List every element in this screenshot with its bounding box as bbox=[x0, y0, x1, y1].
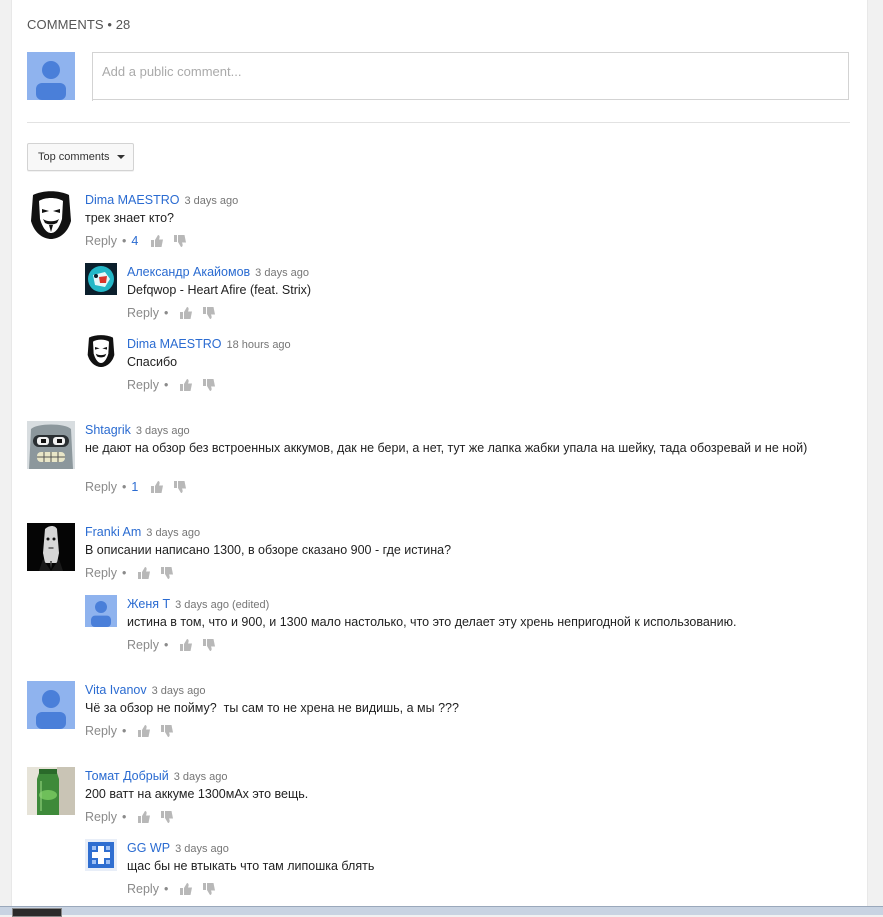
comment-time[interactable]: 3 days ago bbox=[174, 771, 228, 783]
comment-text: В описании написано 1300, в обзоре сказа… bbox=[85, 543, 452, 557]
thumbs-down-icon[interactable] bbox=[160, 810, 174, 824]
thumbs-down-icon[interactable] bbox=[202, 306, 216, 320]
comment-input-placeholder: Add a public comment... bbox=[102, 64, 242, 79]
thumbs-up-icon[interactable] bbox=[150, 234, 164, 248]
comment-text: трек знает кто? bbox=[85, 211, 174, 225]
comment-text: Спасибо bbox=[127, 355, 178, 369]
thumbs-down-icon[interactable] bbox=[160, 566, 174, 580]
comment-author[interactable]: Dima MAESTRO bbox=[127, 337, 221, 351]
comment-time[interactable]: 3 days ago (edited) bbox=[175, 599, 269, 611]
sort-label: Top comments bbox=[38, 151, 110, 163]
thumbs-down-icon[interactable] bbox=[202, 882, 216, 896]
reply-button[interactable]: Reply bbox=[85, 234, 117, 248]
reply-button[interactable]: Reply bbox=[127, 882, 159, 896]
thumbs-down-icon[interactable] bbox=[160, 724, 174, 738]
comment-text: щас бы не втыкать что там липошка блять bbox=[127, 859, 375, 873]
comments-header: COMMENTS • 28 bbox=[27, 17, 131, 32]
comment-text: 200 ватт на аккуме 1300мАх это вещь. bbox=[85, 787, 309, 801]
guy-fawkes-avatar-icon bbox=[27, 191, 75, 239]
comment-time[interactable]: 18 hours ago bbox=[226, 339, 290, 351]
comment-text: Defqwop - Heart Afire (feat. Strix) bbox=[127, 283, 312, 297]
like-count: 1 bbox=[131, 480, 139, 494]
comment-author[interactable]: Томат Добрый bbox=[85, 769, 169, 783]
reply-button[interactable]: Reply bbox=[127, 378, 159, 392]
comment-author[interactable]: Александр Акайомов bbox=[127, 265, 250, 279]
comment-text: Чё за обзор не пойму? ты сам то не хрена… bbox=[85, 701, 459, 715]
thumbs-down-icon[interactable] bbox=[173, 480, 187, 494]
ghost-figure-avatar-icon bbox=[27, 523, 75, 571]
thumbs-down-icon[interactable] bbox=[202, 378, 216, 392]
thumbs-up-icon[interactable] bbox=[179, 306, 193, 320]
comment-time[interactable]: 3 days ago bbox=[152, 685, 206, 697]
thumbs-up-icon[interactable] bbox=[137, 566, 151, 580]
robot-avatar-icon bbox=[27, 421, 75, 469]
reply-button[interactable]: Reply bbox=[85, 480, 117, 494]
reply-button[interactable]: Reply bbox=[127, 306, 159, 320]
reply-button[interactable]: Reply bbox=[127, 638, 159, 652]
reply-button[interactable]: Reply bbox=[85, 566, 117, 580]
thumbs-up-icon[interactable] bbox=[150, 480, 164, 494]
comment-time[interactable]: 3 days ago bbox=[136, 425, 190, 437]
divider bbox=[27, 122, 850, 123]
thumbs-up-icon[interactable] bbox=[179, 638, 193, 652]
thumbs-up-icon[interactable] bbox=[137, 810, 151, 824]
thumbs-down-icon[interactable] bbox=[173, 234, 187, 248]
comment-author[interactable]: Franki Am bbox=[85, 525, 141, 539]
user-avatar-icon bbox=[27, 52, 75, 100]
reply-button[interactable]: Reply bbox=[85, 810, 117, 824]
thumbs-up-icon[interactable] bbox=[137, 724, 151, 738]
comment-author[interactable]: Vita Ivanov bbox=[85, 683, 147, 697]
teal-monster-avatar-icon bbox=[85, 263, 117, 295]
thumbs-up-icon[interactable] bbox=[179, 378, 193, 392]
comment-text: не дают на обзор без встроенных аккумов,… bbox=[85, 441, 808, 455]
comment-author[interactable]: Женя Т bbox=[127, 597, 170, 611]
pixel-pattern-avatar-icon bbox=[85, 839, 117, 871]
green-bottle-avatar-icon bbox=[27, 767, 75, 815]
comment-text: истина в том, что и 900, и 1300 мало нас… bbox=[127, 615, 737, 629]
default-avatar-icon bbox=[85, 595, 117, 627]
guy-fawkes-avatar-icon bbox=[85, 335, 117, 367]
thumbs-up-icon[interactable] bbox=[179, 882, 193, 896]
comment-time[interactable]: 3 days ago bbox=[175, 843, 229, 855]
comment-input[interactable]: Add a public comment... bbox=[92, 52, 849, 101]
comment-time[interactable]: 3 days ago bbox=[146, 527, 200, 539]
comment-time[interactable]: 3 days ago bbox=[255, 267, 309, 279]
caret-down-icon bbox=[116, 155, 125, 159]
comment-author[interactable]: Dima MAESTRO bbox=[85, 193, 179, 207]
like-count: 4 bbox=[131, 234, 139, 248]
default-avatar-icon bbox=[27, 681, 75, 729]
thumbs-down-icon[interactable] bbox=[202, 638, 216, 652]
comment-author[interactable]: GG WP bbox=[127, 841, 170, 855]
sort-dropdown[interactable]: Top comments bbox=[27, 143, 134, 171]
reply-button[interactable]: Reply bbox=[85, 724, 117, 738]
taskbar-item[interactable] bbox=[12, 908, 62, 917]
comment-author[interactable]: Shtagrik bbox=[85, 423, 131, 437]
comment-time[interactable]: 3 days ago bbox=[184, 195, 238, 207]
